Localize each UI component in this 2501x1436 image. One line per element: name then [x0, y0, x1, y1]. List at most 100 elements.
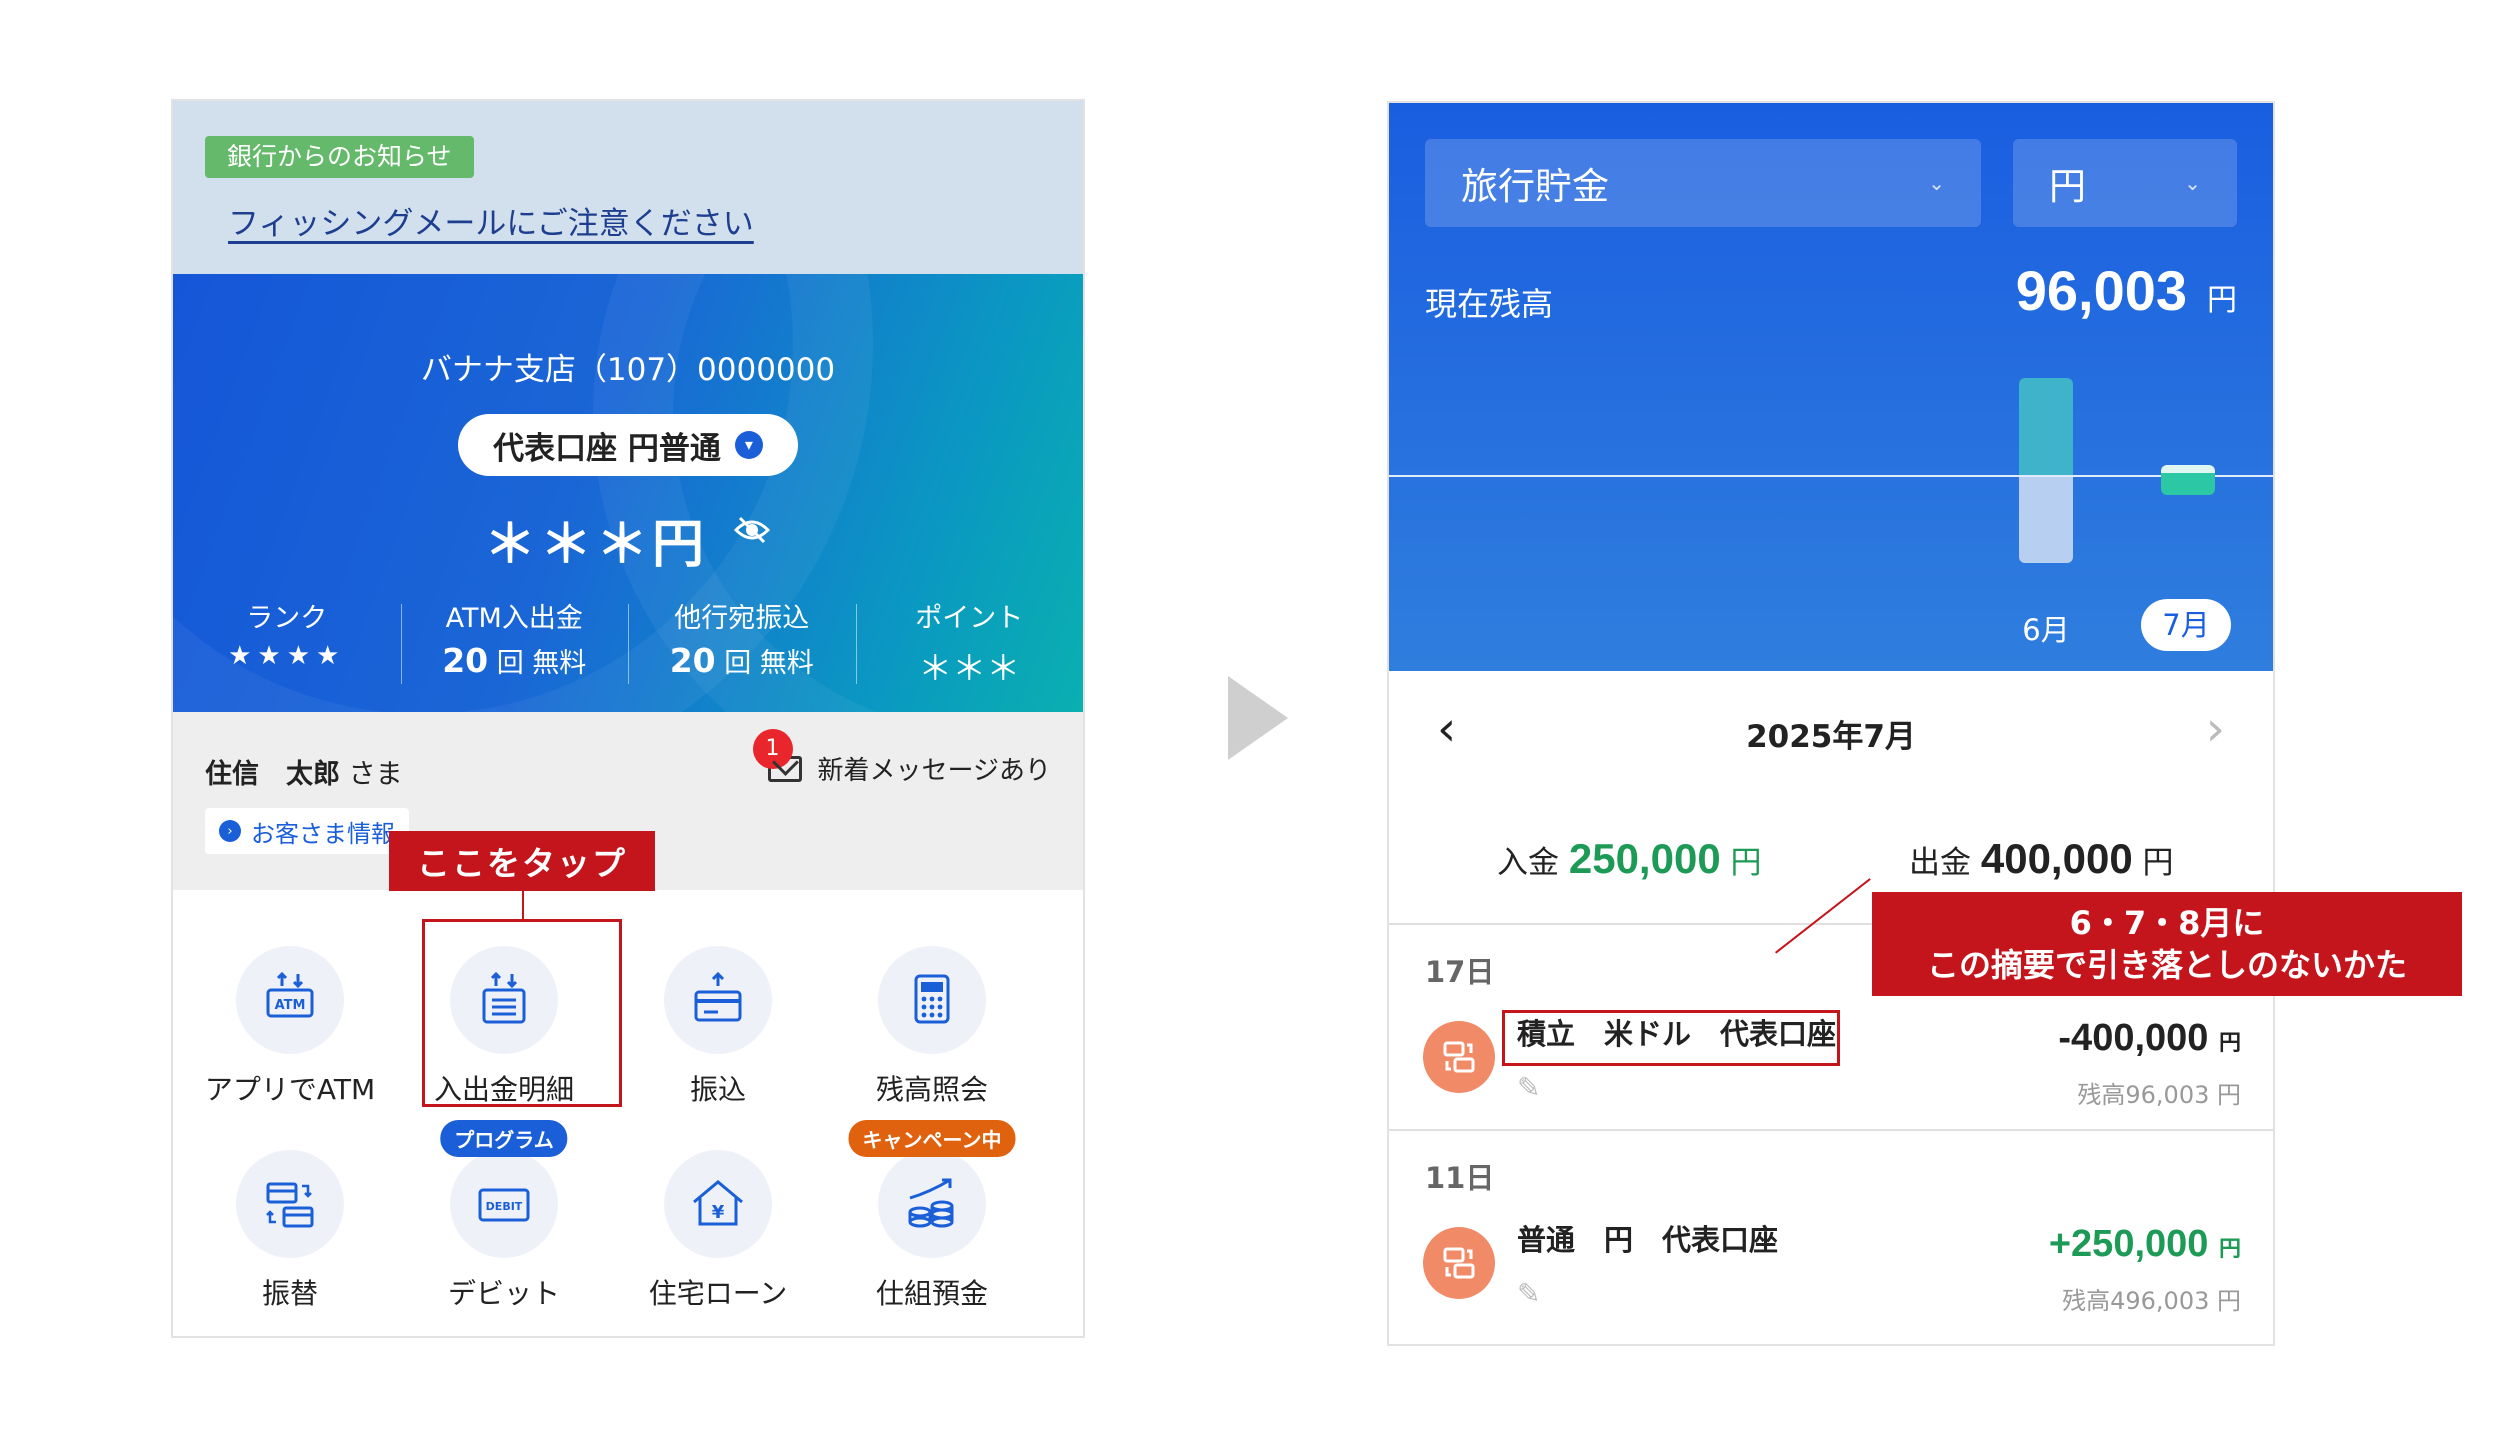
outgo-label: 出金: [1909, 845, 1971, 881]
currency-select-value: 円: [2049, 165, 2086, 208]
menu-label: 仕組預金: [875, 1277, 988, 1310]
menu-balance[interactable]: 残高照会: [825, 946, 1039, 1108]
menu-account-transfer[interactable]: 振替: [183, 1150, 397, 1312]
stat-atm: ATM入出金 20 回 無料: [400, 596, 629, 696]
coins-growth-icon: [878, 1150, 986, 1258]
stat-atm-unit: 回 無料: [496, 648, 587, 679]
chevron-down-icon: ▾: [734, 431, 763, 459]
outgo-total: 出金 400,000 円: [1909, 835, 2174, 883]
stat-transfer: 他行宛振込 20 回 無料: [628, 596, 856, 696]
transaction-amount-value: +250,000: [2048, 1223, 2209, 1265]
stat-transfer-count: 20: [669, 641, 716, 680]
mail-icon: 1: [752, 728, 802, 782]
transaction-amount: -400,000 円: [2058, 1017, 2241, 1060]
home-screen: 銀行からのお知らせ フィッシングメールにご注意ください バナナ支店（107）00…: [171, 99, 1085, 1338]
balance-amount: 96,003: [2015, 259, 2187, 322]
message-count-badge: 1: [752, 728, 793, 769]
chart-bar-june-deposit[interactable]: [2019, 378, 2073, 475]
stat-points: ポイント ＊＊＊: [855, 596, 1084, 696]
transaction-description: 普通 円 代表口座: [1517, 1223, 1779, 1257]
stat-atm-count: 20: [442, 641, 489, 680]
balance-masked: ＊＊＊円: [483, 515, 708, 575]
menu-label: 残高照会: [875, 1073, 988, 1106]
customer-name: 住信 太郎 さま: [205, 752, 403, 791]
svg-text:DEBIT: DEBIT: [486, 1200, 523, 1213]
svg-text:¥: ¥: [712, 1202, 725, 1223]
note-line-1: 6・7・8月に: [2069, 904, 2265, 942]
pencil-icon[interactable]: ✎: [1517, 1277, 1540, 1310]
menu-label: 住宅ローン: [648, 1277, 788, 1310]
phishing-notice-link[interactable]: フィッシングメールにご注意ください: [228, 198, 754, 243]
menu-label: デビット: [447, 1277, 560, 1310]
balance-unit: 円: [2207, 283, 2237, 318]
customer-given-name: 太郎: [286, 759, 340, 790]
account-card: バナナ支店（107）0000000 代表口座 円普通 ▾ ＊＊＊円 ランク ★★…: [173, 274, 1083, 712]
customer-info-button[interactable]: › お客さま情報: [205, 808, 409, 854]
transaction-balance: 残高496,003 円: [2062, 1287, 2241, 1315]
customer-honorific: さま: [348, 759, 403, 790]
statement-header: 旅行貯金 ⌄ 円 ⌄ 現在残高 96,003 円 6月 7月: [1389, 103, 2273, 671]
menu-transfer[interactable]: 振込: [611, 946, 825, 1108]
stat-points-value: ＊＊＊: [918, 649, 1021, 689]
pencil-icon[interactable]: ✎: [1517, 1071, 1540, 1104]
notice-badge: 銀行からのお知らせ: [205, 136, 474, 178]
chart-bar-july[interactable]: [2161, 465, 2215, 495]
next-step-arrow-icon: [1228, 676, 1288, 760]
menu-mortgage[interactable]: ¥ 住宅ローン: [611, 1150, 825, 1312]
income-unit: 円: [1730, 845, 1762, 881]
account-select-value: 旅行貯金: [1461, 165, 1609, 208]
stat-transfer-label: 他行宛振込: [674, 603, 810, 634]
program-tag: プログラム: [440, 1120, 568, 1157]
rank-stars: ★★★★: [228, 641, 346, 671]
notice-banner: 銀行からのお知らせ フィッシングメールにご注意ください: [173, 101, 1083, 274]
account-selector[interactable]: 代表口座 円普通 ▾: [458, 414, 798, 476]
menu-label: 振替: [261, 1277, 318, 1310]
stat-transfer-unit: 回 無料: [724, 648, 814, 679]
debit-card-icon: DEBIT: [450, 1150, 558, 1258]
menu-debit[interactable]: DEBIT プログラム デビット: [397, 1120, 611, 1312]
chart-baseline: [1389, 475, 2273, 477]
stat-points-label: ポイント: [915, 603, 1024, 634]
account-selector-label: 代表口座 円普通: [493, 430, 721, 467]
menu-label: 振込: [689, 1073, 746, 1106]
chevron-right-icon: ›: [219, 820, 241, 842]
transfer-card-icon: [664, 946, 772, 1054]
transaction-amount-unit: 円: [2218, 1236, 2241, 1261]
house-yen-icon: ¥: [664, 1150, 772, 1258]
svg-text:ATM: ATM: [275, 998, 306, 1013]
new-messages-label: 新着メッセージあり: [817, 756, 1051, 786]
transaction-amount-value: -400,000: [2058, 1017, 2209, 1059]
balance-row: ＊＊＊円: [173, 502, 1083, 577]
menu-app-atm[interactable]: ATM アプリでATM: [183, 946, 397, 1108]
menu-structured-deposit[interactable]: キャンペーン中 仕組預金: [825, 1120, 1039, 1312]
income-total: 入金 250,000 円: [1497, 835, 1762, 883]
income-label: 入金: [1497, 845, 1559, 881]
chevron-right-icon[interactable]: ›: [2206, 701, 2225, 757]
transaction-balance: 残高96,003 円: [2077, 1081, 2241, 1109]
campaign-tag: キャンペーン中: [848, 1120, 1016, 1157]
month-title: 2025年7月: [1746, 719, 1916, 755]
atm-icon: ATM: [236, 946, 344, 1054]
transaction-row[interactable]: 11日 普通 円 代表口座 ✎ +250,000 円 残高496,003 円: [1389, 1129, 2273, 1335]
customer-info-label: お客さま情報: [251, 819, 395, 848]
account-transfer-icon: [236, 1150, 344, 1258]
month-tab-july[interactable]: 7月: [2141, 599, 2231, 651]
eye-off-icon[interactable]: [732, 510, 772, 550]
currency-select[interactable]: 円 ⌄: [2013, 139, 2237, 227]
account-select[interactable]: 旅行貯金 ⌄: [1425, 139, 1981, 227]
transaction-day: 17日: [1425, 955, 1495, 989]
branch-account-number: バナナ支店（107）0000000: [420, 352, 836, 388]
stat-rank: ランク ★★★★: [173, 596, 401, 696]
new-messages-link[interactable]: 1 新着メッセージあり: [752, 728, 1051, 787]
chevron-down-icon: ⌄: [2184, 171, 2201, 195]
transfer-icon: [1423, 1227, 1495, 1299]
outgo-unit: 円: [2142, 845, 2174, 881]
chart-bar-june-withdrawal[interactable]: [2019, 477, 2073, 563]
income-amount: 250,000: [1568, 835, 1721, 882]
month-tab-june[interactable]: 6月: [2001, 607, 2091, 649]
account-stats: ランク ★★★★ ATM入出金 20 回 無料 他行宛振込 20 回 無料 ポイ…: [173, 596, 1083, 696]
note-highlight-box: [1502, 1010, 1840, 1066]
callout-highlight-box: [422, 919, 622, 1107]
tap-here-callout: ここをタップ: [389, 831, 655, 891]
outgo-amount: 400,000: [1980, 835, 2133, 882]
